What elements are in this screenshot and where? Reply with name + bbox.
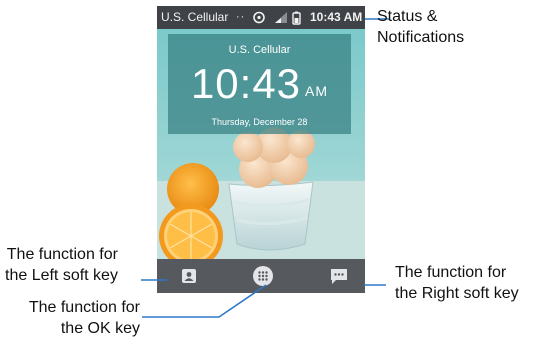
clock-time-digits: 10:43 — [190, 60, 302, 107]
soft-key-bar — [157, 259, 365, 293]
left-key-callout: The function for the Left soft key — [5, 244, 118, 286]
ok-key[interactable] — [250, 263, 276, 289]
right-key-callout: The function for the Right soft key — [395, 262, 519, 304]
left-soft-key[interactable] — [176, 263, 202, 289]
clock-carrier: U.S. Cellular — [228, 44, 291, 56]
messages-icon — [331, 269, 347, 284]
left-key-callout-line-1: The function for — [6, 246, 118, 263]
clock-date: Thursday, December 28 — [211, 117, 308, 127]
clock-ampm: AM — [305, 83, 329, 99]
left-key-callout-line-2: the Left soft key — [5, 267, 118, 284]
status-callout: Status & Notifications — [377, 6, 464, 48]
right-key-callout-line-2: the Right soft key — [395, 285, 519, 302]
apps-grid-icon — [253, 266, 273, 286]
clock-time: 10:43 AM — [168, 62, 351, 113]
right-soft-key[interactable] — [326, 263, 352, 289]
ok-key-callout: The function for the OK key — [5, 297, 140, 339]
sync-icon — [253, 11, 265, 24]
status-time: 10:43 AM — [310, 10, 363, 24]
status-icons — [253, 11, 301, 25]
contacts-icon — [182, 269, 196, 283]
phone-screen: U.S. Cellular ·· 10:43 AM U.S. Cellular … — [157, 6, 365, 293]
status-carrier: U.S. Cellular — [161, 10, 229, 24]
status-callout-line-2: Notifications — [377, 29, 465, 46]
status-callout-line-1: Status & — [377, 8, 438, 25]
right-key-callout-line-1: The function for — [395, 264, 507, 281]
battery-icon — [292, 11, 301, 25]
signal-icon — [275, 12, 287, 23]
more-notifications-indicator: ·· — [236, 11, 246, 23]
ok-key-callout-line-1: The function for — [28, 299, 140, 316]
ok-key-callout-line-2: the OK key — [60, 320, 140, 337]
clock-widget[interactable]: U.S. Cellular 10:43 AM Thursday, December… — [168, 34, 351, 134]
status-bar[interactable]: U.S. Cellular ·· 10:43 AM — [157, 6, 365, 29]
